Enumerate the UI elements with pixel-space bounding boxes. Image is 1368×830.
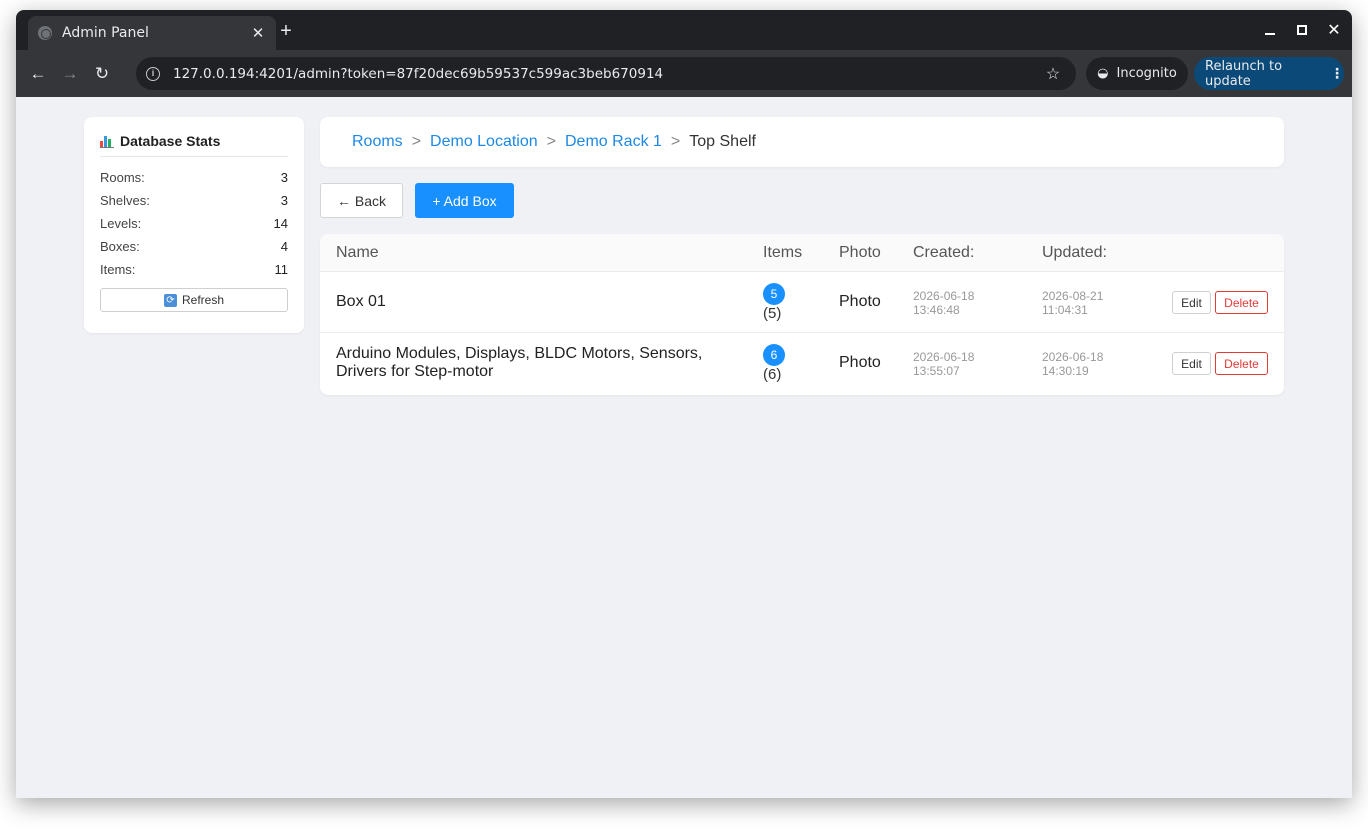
column-header-name: Name <box>336 244 379 261</box>
delete-button[interactable]: Delete <box>1215 291 1268 314</box>
created-date: 2026-06-18 <box>913 289 975 303</box>
incognito-icon: ◒ <box>1097 66 1109 81</box>
url-text[interactable]: 127.0.0.194:4201/admin?token=87f20dec69b… <box>173 66 1038 82</box>
box-name[interactable]: Box 01 <box>336 293 736 311</box>
created-cell: 2026-06-18 13:46:48 <box>913 289 974 317</box>
column-header-items: Items <box>763 244 803 261</box>
minimize-icon <box>1265 33 1275 35</box>
items-badge: 6 <box>763 344 785 366</box>
breadcrumb-current: Top Shelf <box>689 133 756 150</box>
stat-label: Items: <box>100 262 136 277</box>
stat-rooms: Rooms: 3 <box>100 166 288 189</box>
browser-toolbar: ← → ↻ i 127.0.0.194:4201/admin?token=87f… <box>16 50 1352 97</box>
globe-icon <box>38 26 52 40</box>
photo-link[interactable]: Photo <box>839 293 881 311</box>
database-stats-panel: Database Stats Rooms: 3 Shelves: 3 Level… <box>84 117 304 333</box>
back-arrow-icon[interactable]: ← <box>22 58 54 90</box>
stat-label: Levels: <box>100 216 142 231</box>
updated-date: 2026-06-18 <box>1042 350 1104 364</box>
breadcrumb-separator: > <box>546 133 556 150</box>
tab-strip: Admin Panel ✕ + ✕ <box>16 10 1352 50</box>
items-count: (6) <box>763 366 782 383</box>
stat-items: Items: 11 <box>100 258 288 281</box>
new-tab-button[interactable]: + <box>272 18 300 46</box>
table-header: Name Items Photo Created: Updated: <box>320 234 1284 272</box>
stat-boxes: Boxes: 4 <box>100 235 288 258</box>
column-header-updated: Updated: <box>1042 244 1107 261</box>
row-actions: Edit Delete <box>1172 352 1268 375</box>
kebab-menu-icon[interactable]: ⋮ <box>1330 66 1344 82</box>
address-bar[interactable]: i 127.0.0.194:4201/admin?token=87f20dec6… <box>136 57 1076 90</box>
breadcrumb-separator: > <box>411 133 422 150</box>
back-button[interactable]: ← Back <box>320 183 403 218</box>
breadcrumb-demo-location[interactable]: Demo Location <box>430 133 538 151</box>
created-date: 2026-06-18 <box>913 350 975 364</box>
incognito-indicator[interactable]: ◒ Incognito <box>1086 57 1188 90</box>
stat-value: 4 <box>280 239 288 254</box>
table-row[interactable]: Arduino Modules, Displays, BLDC Motors, … <box>320 333 1284 394</box>
tab-admin-panel[interactable]: Admin Panel ✕ <box>28 16 276 50</box>
forward-arrow-icon[interactable]: → <box>54 58 86 90</box>
updated-cell: 2026-06-18 14:30:19 <box>1042 350 1103 378</box>
breadcrumb-separator: > <box>670 133 681 150</box>
refresh-label: Refresh <box>181 293 225 307</box>
stat-label: Shelves: <box>100 193 150 208</box>
items-badge: 5 <box>763 283 785 305</box>
add-box-button[interactable]: + Add Box <box>415 183 514 218</box>
breadcrumb-demo-rack[interactable]: Demo Rack 1 <box>565 133 662 151</box>
photo-link[interactable]: Photo <box>839 354 881 372</box>
delete-button[interactable]: Delete <box>1215 352 1268 375</box>
table-row[interactable]: Box 01 5 (5) Photo 2026-06-18 13:46:48 2… <box>320 272 1284 333</box>
stat-value: 3 <box>280 170 288 185</box>
breadcrumb: Rooms > Demo Location > Demo Rack 1 > To… <box>320 117 1284 167</box>
box-name[interactable]: Arduino Modules, Displays, BLDC Motors, … <box>336 345 736 382</box>
site-info-icon[interactable]: i <box>146 66 160 81</box>
reload-icon[interactable]: ↻ <box>86 58 118 90</box>
row-actions: Edit Delete <box>1172 291 1268 314</box>
bookmark-star-icon[interactable]: ☆ <box>1038 64 1068 84</box>
created-time: 13:55:07 <box>913 364 960 378</box>
stat-value: 14 <box>273 216 288 231</box>
minimize-button[interactable] <box>1254 10 1286 50</box>
created-time: 13:46:48 <box>913 303 960 317</box>
items-count: (5) <box>763 305 782 322</box>
items-cell: 6 (6) <box>763 344 785 383</box>
edit-button[interactable]: Edit <box>1172 291 1211 314</box>
relaunch-button[interactable]: Relaunch to update ⋮ <box>1194 57 1344 90</box>
updated-time: 11:04:31 <box>1042 303 1088 317</box>
stat-label: Boxes: <box>100 239 140 254</box>
stat-value: 11 <box>274 262 289 277</box>
updated-cell: 2026-08-21 11:04:31 <box>1042 289 1103 317</box>
refresh-button[interactable]: ⟳ Refresh <box>100 288 288 312</box>
stats-heading: Database Stats <box>100 133 288 157</box>
page-content: Database Stats Rooms: 3 Shelves: 3 Level… <box>16 97 1352 798</box>
breadcrumb-rooms[interactable]: Rooms <box>352 133 403 151</box>
stat-label: Rooms: <box>100 170 145 185</box>
column-header-photo: Photo <box>839 244 881 261</box>
incognito-label: Incognito <box>1116 66 1177 81</box>
edit-button[interactable]: Edit <box>1172 352 1211 375</box>
browser-window: Admin Panel ✕ + ✕ ← → ↻ i 127.0.0.194:42… <box>16 10 1352 798</box>
updated-time: 14:30:19 <box>1042 364 1089 378</box>
close-window-button[interactable]: ✕ <box>1318 10 1350 50</box>
maximize-icon <box>1297 25 1307 35</box>
bar-chart-icon <box>100 135 114 148</box>
created-cell: 2026-06-18 13:55:07 <box>913 350 974 378</box>
maximize-button[interactable] <box>1286 10 1318 50</box>
action-bar: ← Back + Add Box <box>320 183 514 218</box>
updated-date: 2026-08-21 <box>1042 289 1104 303</box>
refresh-icon: ⟳ <box>163 293 177 307</box>
items-cell: 5 (5) <box>763 283 785 322</box>
relaunch-label: Relaunch to update <box>1205 58 1283 89</box>
stat-shelves: Shelves: 3 <box>100 189 288 212</box>
stat-value: 3 <box>280 193 288 208</box>
close-tab-icon[interactable]: ✕ <box>248 24 268 42</box>
stats-title: Database Stats <box>120 133 221 149</box>
stat-levels: Levels: 14 <box>100 212 288 235</box>
boxes-table: Name Items Photo Created: Updated: Box 0… <box>320 234 1284 395</box>
column-header-created: Created: <box>913 244 975 261</box>
tab-title: Admin Panel <box>62 25 149 41</box>
